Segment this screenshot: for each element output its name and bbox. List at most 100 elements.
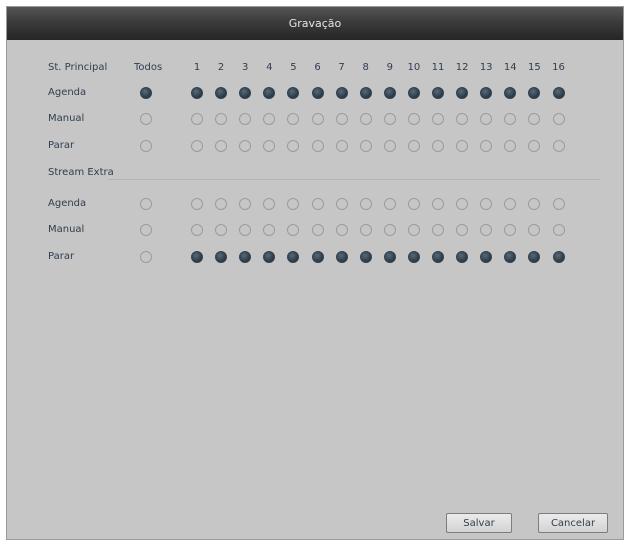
- channel-9-radio[interactable]: [383, 87, 396, 99]
- channel-7-radio[interactable]: [335, 251, 348, 263]
- channel-4-radio[interactable]: [263, 251, 276, 263]
- channel-9-radio[interactable]: [383, 113, 396, 125]
- channel-4-radio[interactable]: [263, 140, 276, 152]
- channel-2-radio[interactable]: [215, 113, 228, 125]
- all-radio[interactable]: [140, 113, 152, 125]
- channel-4-radio[interactable]: [263, 198, 276, 210]
- channel-10-radio[interactable]: [407, 224, 420, 236]
- channel-14-radio[interactable]: [504, 140, 517, 152]
- channel-6-radio[interactable]: [311, 140, 324, 152]
- channel-1-radio[interactable]: [191, 140, 203, 152]
- channel-6-radio[interactable]: [311, 87, 324, 99]
- save-button[interactable]: Salvar: [446, 513, 512, 533]
- channel-2-radio[interactable]: [215, 198, 228, 210]
- channel-10-radio[interactable]: [407, 87, 420, 99]
- channel-3-radio[interactable]: [239, 251, 252, 263]
- channel-14-radio[interactable]: [504, 198, 517, 210]
- channel-9-radio[interactable]: [383, 198, 396, 210]
- channel-12-radio[interactable]: [456, 198, 469, 210]
- channel-1-radio[interactable]: [191, 87, 203, 99]
- channel-14-radio[interactable]: [504, 224, 517, 236]
- channel-3-radio[interactable]: [239, 113, 252, 125]
- channel-7-radio[interactable]: [335, 87, 348, 99]
- channel-16-radio[interactable]: [552, 140, 565, 152]
- channel-2-radio[interactable]: [215, 87, 228, 99]
- channel-8-radio[interactable]: [359, 87, 372, 99]
- channel-13-radio[interactable]: [480, 87, 493, 99]
- channel-2-radio[interactable]: [215, 140, 228, 152]
- channel-13-radio[interactable]: [480, 198, 493, 210]
- channel-13-radio[interactable]: [480, 224, 493, 236]
- channel-3-radio[interactable]: [239, 87, 252, 99]
- channel-6-radio[interactable]: [311, 251, 324, 263]
- channel-5-radio[interactable]: [287, 251, 300, 263]
- channel-16-radio[interactable]: [552, 113, 565, 125]
- channel-12-radio[interactable]: [456, 224, 469, 236]
- all-radio[interactable]: [140, 87, 152, 99]
- channel-7-radio[interactable]: [335, 113, 348, 125]
- channel-13-radio[interactable]: [480, 140, 493, 152]
- channel-3-radio[interactable]: [239, 140, 252, 152]
- channel-11-radio[interactable]: [432, 140, 444, 152]
- channel-9-radio[interactable]: [383, 140, 396, 152]
- channel-7-radio[interactable]: [335, 224, 348, 236]
- channel-9-radio[interactable]: [383, 251, 396, 263]
- channel-1-radio[interactable]: [191, 224, 203, 236]
- channel-10-radio[interactable]: [407, 251, 420, 263]
- channel-9-radio[interactable]: [383, 224, 396, 236]
- channel-10-radio[interactable]: [407, 113, 420, 125]
- channel-11-radio[interactable]: [432, 198, 444, 210]
- channel-4-radio[interactable]: [263, 113, 276, 125]
- channel-13-radio[interactable]: [480, 113, 493, 125]
- all-radio[interactable]: [140, 224, 152, 236]
- channel-6-radio[interactable]: [311, 113, 324, 125]
- channel-4-radio[interactable]: [263, 224, 276, 236]
- channel-12-radio[interactable]: [456, 140, 469, 152]
- cancel-button[interactable]: Cancelar: [538, 513, 608, 533]
- channel-15-radio[interactable]: [528, 113, 541, 125]
- channel-2-radio[interactable]: [215, 251, 228, 263]
- channel-15-radio[interactable]: [528, 140, 541, 152]
- channel-14-radio[interactable]: [504, 113, 517, 125]
- channel-15-radio[interactable]: [528, 87, 541, 99]
- channel-12-radio[interactable]: [456, 87, 469, 99]
- channel-11-radio[interactable]: [432, 113, 444, 125]
- channel-5-radio[interactable]: [287, 224, 300, 236]
- channel-8-radio[interactable]: [359, 224, 372, 236]
- channel-15-radio[interactable]: [528, 251, 541, 263]
- channel-4-radio[interactable]: [263, 87, 276, 99]
- channel-6-radio[interactable]: [311, 224, 324, 236]
- channel-13-radio[interactable]: [480, 251, 493, 263]
- channel-1-radio[interactable]: [191, 251, 203, 263]
- channel-11-radio[interactable]: [432, 224, 444, 236]
- channel-3-radio[interactable]: [239, 224, 252, 236]
- channel-14-radio[interactable]: [504, 251, 517, 263]
- channel-1-radio[interactable]: [191, 113, 203, 125]
- channel-11-radio[interactable]: [432, 87, 444, 99]
- channel-5-radio[interactable]: [287, 198, 300, 210]
- channel-12-radio[interactable]: [456, 251, 469, 263]
- channel-7-radio[interactable]: [335, 198, 348, 210]
- channel-15-radio[interactable]: [528, 224, 541, 236]
- channel-5-radio[interactable]: [287, 87, 300, 99]
- channel-15-radio[interactable]: [528, 198, 541, 210]
- channel-12-radio[interactable]: [456, 113, 469, 125]
- channel-10-radio[interactable]: [407, 198, 420, 210]
- channel-16-radio[interactable]: [552, 251, 565, 263]
- channel-1-radio[interactable]: [191, 198, 203, 210]
- channel-8-radio[interactable]: [359, 251, 372, 263]
- channel-5-radio[interactable]: [287, 140, 300, 152]
- channel-16-radio[interactable]: [552, 87, 565, 99]
- channel-14-radio[interactable]: [504, 87, 517, 99]
- channel-2-radio[interactable]: [215, 224, 228, 236]
- channel-3-radio[interactable]: [239, 198, 252, 210]
- all-radio[interactable]: [140, 251, 152, 263]
- channel-7-radio[interactable]: [335, 140, 348, 152]
- all-radio[interactable]: [140, 140, 152, 152]
- channel-8-radio[interactable]: [359, 140, 372, 152]
- channel-8-radio[interactable]: [359, 113, 372, 125]
- channel-11-radio[interactable]: [432, 251, 444, 263]
- channel-6-radio[interactable]: [311, 198, 324, 210]
- channel-16-radio[interactable]: [552, 224, 565, 236]
- channel-10-radio[interactable]: [407, 140, 420, 152]
